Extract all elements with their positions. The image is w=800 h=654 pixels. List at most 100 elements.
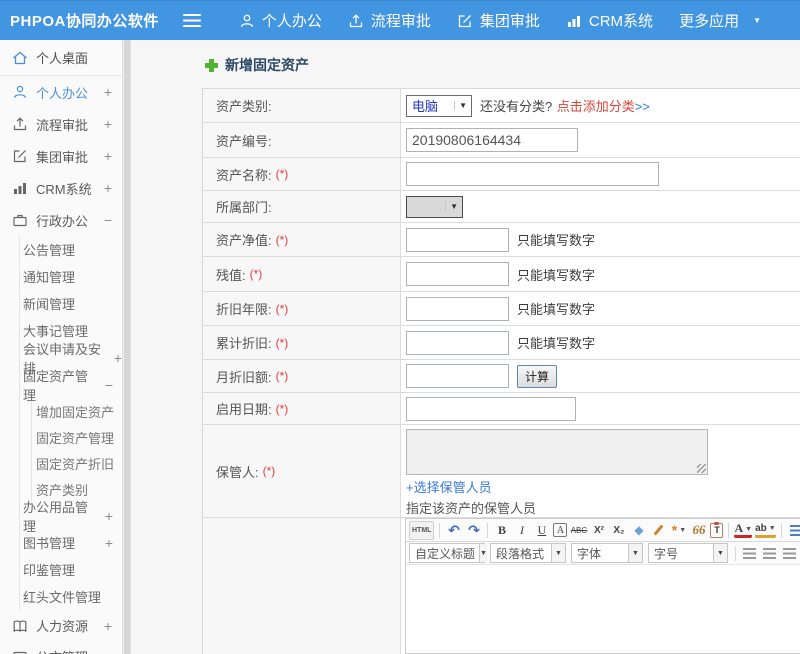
- strikethrough-icon[interactable]: ABC: [570, 521, 587, 540]
- select-keeper-link[interactable]: +选择保管人员: [406, 477, 492, 496]
- expand-plus-icon[interactable]: +: [104, 148, 112, 164]
- nav-more-apps[interactable]: 更多应用 ▼: [679, 10, 761, 31]
- sidebar-item-label: 大事记管理: [23, 321, 88, 340]
- italic-icon[interactable]: I: [513, 521, 530, 540]
- underline-icon[interactable]: U: [533, 521, 550, 540]
- paste-text-icon[interactable]: T: [710, 523, 723, 538]
- editor-content-area[interactable]: [406, 565, 800, 653]
- sidebar-item-redhead-doc[interactable]: 红头文件管理: [20, 583, 122, 610]
- sidebar-item-office-supplies[interactable]: 办公用品管理+: [20, 502, 122, 529]
- expand-plus-icon[interactable]: +: [105, 535, 113, 551]
- row-editor: HTML ↶ ↷ B I U A ABC X² X₂ ◆: [202, 518, 800, 654]
- sidebar-item-seal[interactable]: 印鉴管理: [20, 556, 122, 583]
- expand-plus-icon[interactable]: +: [104, 618, 112, 634]
- no-category-note: 还没有分类?: [480, 99, 552, 114]
- field-label: 资产名称:: [216, 165, 272, 184]
- net-value-input[interactable]: [406, 228, 509, 252]
- font-size-select[interactable]: 字号▼: [648, 543, 728, 563]
- monthly-input[interactable]: [406, 364, 509, 388]
- expand-plus-icon[interactable]: +: [104, 84, 112, 100]
- html-source-button[interactable]: HTML: [409, 521, 434, 540]
- autoformat-wand-icon[interactable]: *▼: [670, 521, 687, 540]
- fixed-assets-submenu: 增加固定资产 固定资产管理 固定资产折旧 资产类别: [31, 398, 122, 502]
- row-asset-name: 资产名称: (*): [203, 158, 800, 191]
- sidebar-item-notice[interactable]: 通知管理: [20, 263, 122, 290]
- sidebar-item-workflow-approval[interactable]: 流程审批 +: [0, 108, 122, 140]
- font-family-select[interactable]: 字体▼: [571, 543, 643, 563]
- add-category-arrows[interactable]: >>: [635, 99, 650, 114]
- accumulated-input[interactable]: [406, 331, 509, 355]
- expand-plus-icon[interactable]: +: [105, 508, 113, 524]
- sidebar-item-fixed-assets[interactable]: 固定资产管理−: [20, 371, 122, 398]
- department-select[interactable]: ▼: [406, 196, 463, 218]
- expand-plus-icon[interactable]: +: [114, 350, 122, 366]
- collapse-minus-icon[interactable]: −: [104, 212, 112, 228]
- undo-icon[interactable]: ↶: [445, 521, 462, 540]
- sidebar-item-desktop[interactable]: 个人桌面: [0, 40, 122, 76]
- sidebar-item-asset-depreciation[interactable]: 固定资产折旧: [32, 450, 122, 476]
- sidebar-item-admin-office[interactable]: 行政办公 −: [0, 204, 122, 236]
- sidebar-item-crm[interactable]: CRM系统 +: [0, 172, 122, 204]
- align-left-icon[interactable]: [741, 544, 758, 563]
- asset-name-input[interactable]: [406, 162, 659, 186]
- custom-title-select[interactable]: 自定义标题▼: [409, 543, 485, 563]
- sidebar-item-label: 通知管理: [23, 267, 75, 286]
- sidebar-scrollbar[interactable]: [122, 40, 130, 654]
- ordered-list-icon[interactable]: [787, 521, 800, 540]
- start-date-input[interactable]: [406, 397, 576, 421]
- nav-workflow-approval[interactable]: 流程审批: [348, 10, 431, 31]
- category-select[interactable]: 电脑 ▼: [406, 95, 472, 117]
- expand-plus-icon[interactable]: +: [104, 649, 112, 654]
- sidebar-item-label: 图书管理: [23, 533, 75, 552]
- subscript-icon[interactable]: X₂: [610, 521, 627, 540]
- superscript-icon[interactable]: X²: [590, 521, 607, 540]
- edit-square-icon: [12, 148, 28, 164]
- caret-down-icon: ▼: [551, 544, 565, 562]
- caret-down-icon: ▼: [753, 17, 761, 25]
- sidebar-item-group-approval[interactable]: 集团审批 +: [0, 140, 122, 172]
- row-monthly: 月折旧额:(*) 计算: [203, 360, 800, 393]
- format-brush-icon[interactable]: [650, 521, 667, 540]
- keeper-textarea[interactable]: [406, 429, 708, 475]
- sidebar-item-label: 公文管理: [36, 647, 88, 654]
- sidebar-item-label: 个人桌面: [36, 48, 88, 67]
- collapse-minus-icon[interactable]: −: [105, 377, 113, 393]
- font-color-icon[interactable]: A▼: [734, 522, 752, 538]
- sidebar-item-asset-manage[interactable]: 固定资产管理: [32, 424, 122, 450]
- sidebar-item-label: CRM系统: [36, 179, 92, 198]
- sidebar-item-official-doc[interactable]: 公文管理 +: [0, 641, 122, 654]
- nav-personal-office[interactable]: 个人办公: [239, 10, 322, 31]
- expand-plus-icon[interactable]: +: [104, 116, 112, 132]
- depreciation-years-input[interactable]: [406, 297, 509, 321]
- sidebar-item-personal-office[interactable]: 个人办公 +: [0, 76, 122, 108]
- field-label: 所属部门:: [216, 197, 272, 216]
- sidebar-item-news[interactable]: 新闻管理: [20, 290, 122, 317]
- residual-input[interactable]: [406, 262, 509, 286]
- calculate-button[interactable]: 计算: [517, 365, 557, 388]
- eraser-icon[interactable]: ◆: [630, 521, 647, 540]
- font-style-icon[interactable]: A: [553, 523, 567, 537]
- expand-plus-icon[interactable]: +: [104, 180, 112, 196]
- sidebar-item-hr[interactable]: 人力资源 +: [0, 610, 122, 641]
- blockquote-icon[interactable]: 66: [690, 521, 707, 540]
- flow-approval-icon: [12, 116, 28, 132]
- asset-no-input[interactable]: [406, 128, 578, 152]
- align-right-icon[interactable]: [781, 544, 798, 563]
- redo-icon[interactable]: ↷: [465, 521, 482, 540]
- highlight-color-icon[interactable]: ab▼: [755, 522, 776, 538]
- sidebar-item-announcement[interactable]: 公告管理: [20, 236, 122, 263]
- nav-crm-system[interactable]: CRM系统: [566, 10, 653, 31]
- sidebar-item-add-asset[interactable]: 增加固定资产: [32, 398, 122, 424]
- paragraph-format-select[interactable]: 段落格式▼: [490, 543, 566, 563]
- sidebar-item-books[interactable]: 图书管理 +: [20, 529, 122, 556]
- hamburger-menu-icon[interactable]: [183, 14, 201, 28]
- caret-down-icon: ▼: [479, 544, 487, 562]
- nav-items: 个人办公 流程审批 集团审批 CRM系统 更多应用 ▼: [239, 10, 761, 31]
- bold-icon[interactable]: B: [493, 521, 510, 540]
- required-mark: (*): [276, 167, 289, 181]
- align-center-icon[interactable]: [761, 544, 778, 563]
- resize-handle-icon[interactable]: [697, 464, 706, 473]
- nav-group-approval[interactable]: 集团审批: [457, 10, 540, 31]
- sidebar-item-label: 印鉴管理: [23, 560, 75, 579]
- add-category-link[interactable]: 点击添加分类: [557, 99, 635, 114]
